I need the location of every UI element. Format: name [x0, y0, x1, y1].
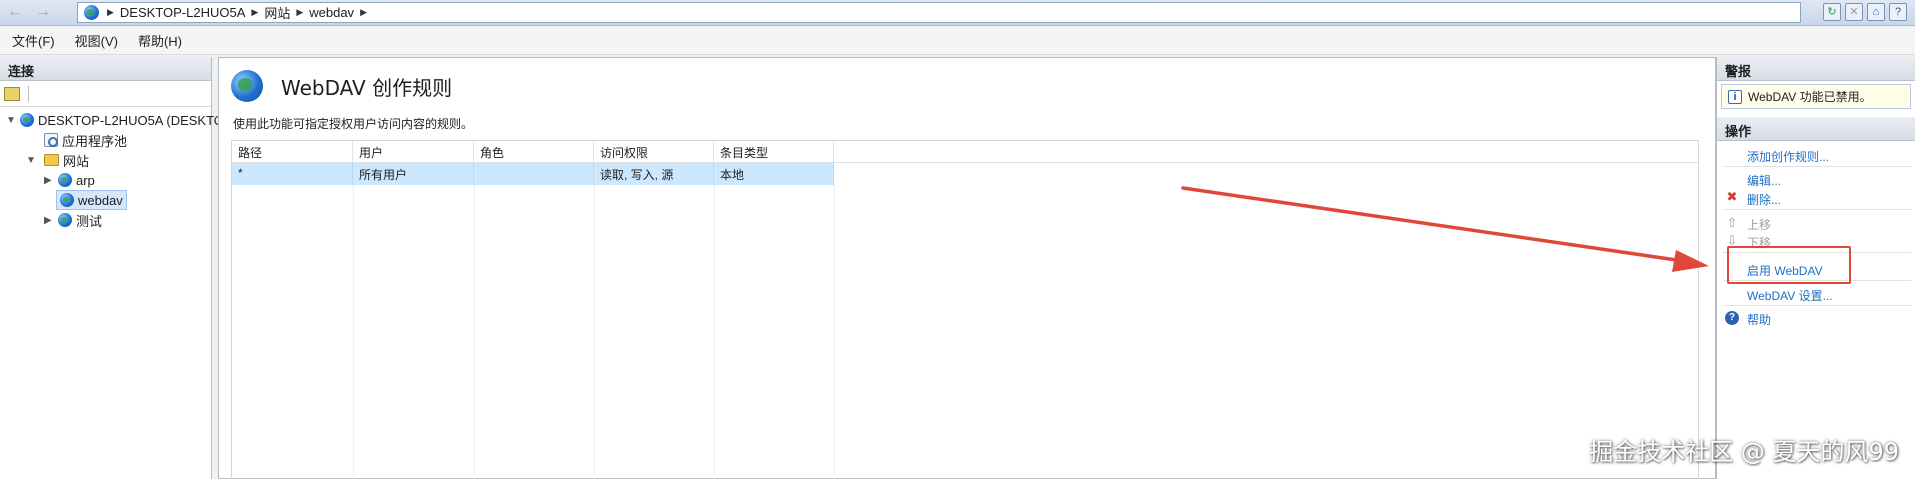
divider: [1723, 305, 1911, 306]
collapse-icon[interactable]: ▼: [26, 155, 36, 166]
globe-icon: [58, 213, 72, 227]
chevron-right-icon: ▶: [251, 7, 259, 17]
column-header-role[interactable]: 角色: [474, 141, 594, 162]
cell-entry-type: 本地: [714, 163, 834, 185]
back-button[interactable]: ←: [4, 3, 26, 23]
connect-icon[interactable]: [4, 86, 20, 101]
divider: [1723, 166, 1911, 167]
cell-path: *: [232, 163, 353, 185]
address-toolbar: ↻ ✕ ⌂ ?: [1823, 3, 1907, 21]
chevron-right-icon: ▶: [107, 7, 114, 17]
tree-item-site-arp[interactable]: arp: [58, 170, 95, 190]
home-icon[interactable]: ⌂: [1867, 3, 1885, 21]
tree-item-label: 测试: [76, 213, 103, 229]
feature-description: 使用此功能可指定授权用户访问内容的规则。: [233, 117, 474, 131]
cell-access: 读取, 写入, 源: [594, 163, 714, 185]
info-icon: i: [1728, 89, 1742, 104]
add-rule-link[interactable]: 添加创作规则...: [1747, 148, 1829, 165]
connections-pane: 连接 ▼ DESKTOP-L2HUO5A (DESKTO 应用程序池 ▼ 网站 …: [0, 57, 224, 479]
column-divider: [353, 185, 354, 479]
stop-icon[interactable]: ✕: [1845, 3, 1863, 21]
page-title: WebDAV 创作规则: [281, 76, 453, 100]
divider: [1723, 209, 1911, 210]
move-up-link[interactable]: 上移: [1747, 216, 1771, 233]
delete-link[interactable]: 删除...: [1747, 191, 1781, 208]
collapse-icon[interactable]: ▼: [6, 115, 16, 126]
chevron-right-icon: ▶: [296, 7, 304, 17]
globe-icon: [60, 193, 74, 207]
rules-table: 路径 用户 角色 访问权限 条目类型 * 所有用户 读取, 写入, 源 本地: [231, 140, 1699, 479]
menu-file[interactable]: 文件(F): [12, 31, 55, 50]
tree-item-label: 应用程序池: [62, 133, 128, 149]
menu-bar: 文件(F) 视图(V) 帮助(H): [0, 26, 1915, 55]
column-divider: [594, 185, 595, 479]
server-icon: [20, 113, 34, 127]
expand-icon[interactable]: ▶: [44, 215, 52, 226]
help-icon: ?: [1725, 311, 1739, 325]
tree-item-server[interactable]: DESKTOP-L2HUO5A (DESKTO: [20, 110, 224, 130]
chevron-right-icon: ▶: [360, 7, 367, 17]
menu-help[interactable]: 帮助(H): [138, 31, 182, 50]
watermark: 掘金技术社区 @ 夏天的风99: [1589, 438, 1899, 466]
globe-icon: [84, 5, 99, 20]
table-header: 路径 用户 角色 访问权限 条目类型: [232, 141, 1698, 163]
tree-item-label: DESKTOP-L2HUO5A (DESKTO: [38, 112, 224, 128]
feature-pane: WebDAV 创作规则 使用此功能可指定授权用户访问内容的规则。 路径 用户 角…: [218, 57, 1716, 479]
annotation-highlight-box: [1727, 246, 1851, 284]
column-divider: [714, 185, 715, 479]
webdav-globe-icon: [231, 70, 263, 102]
folder-icon: [44, 154, 59, 166]
column-header-entry-type[interactable]: 条目类型: [714, 141, 834, 162]
breadcrumb-sites[interactable]: 网站: [264, 3, 290, 22]
refresh-icon[interactable]: ↻: [1823, 3, 1841, 21]
tree-item-sites[interactable]: 网站: [44, 150, 89, 170]
address-bar: ← → ▶ DESKTOP-L2HUO5A ▶ 网站 ▶ webdav ▶ ↻ …: [0, 0, 1915, 26]
forward-button[interactable]: →: [32, 3, 54, 23]
edit-link[interactable]: 编辑...: [1747, 172, 1781, 189]
breadcrumb-webdav[interactable]: webdav: [309, 5, 354, 20]
tree-item-label: arp: [76, 172, 95, 188]
expand-icon[interactable]: ▶: [44, 175, 52, 186]
alerts-title: 警报: [1717, 57, 1915, 81]
column-header-user[interactable]: 用户: [353, 141, 474, 162]
alert-webdav-disabled: i WebDAV 功能已禁用。: [1721, 84, 1911, 109]
tree-item-label: 网站: [63, 153, 90, 169]
app-pool-icon: [44, 133, 58, 147]
column-header-access[interactable]: 访问权限: [594, 141, 714, 162]
cell-user: 所有用户: [353, 163, 474, 185]
help-link[interactable]: 帮助: [1747, 311, 1771, 328]
column-header-path[interactable]: 路径: [232, 141, 353, 162]
breadcrumb-server[interactable]: DESKTOP-L2HUO5A: [120, 5, 245, 20]
tree-item-site-webdav[interactable]: webdav: [56, 190, 127, 210]
column-divider: [474, 185, 475, 479]
tree-item-label: webdav: [78, 192, 123, 208]
tree-item-app-pools[interactable]: 应用程序池: [44, 130, 127, 150]
arrow-up-icon: ⇧: [1726, 215, 1738, 230]
connections-title: 连接: [0, 57, 211, 81]
help-icon[interactable]: ?: [1889, 3, 1907, 21]
alert-message: WebDAV 功能已禁用。: [1748, 90, 1872, 104]
connections-toolbar: [0, 81, 211, 107]
address-field[interactable]: ▶ DESKTOP-L2HUO5A ▶ 网站 ▶ webdav ▶: [77, 2, 1801, 23]
menu-view[interactable]: 视图(V): [75, 31, 118, 50]
cell-role: [474, 163, 594, 185]
delete-icon: ✖: [1726, 189, 1738, 204]
actions-title: 操作: [1717, 117, 1915, 141]
table-row[interactable]: * 所有用户 读取, 写入, 源 本地: [232, 163, 1698, 185]
toolbar-divider: [28, 85, 29, 102]
globe-icon: [58, 173, 72, 187]
webdav-settings-link[interactable]: WebDAV 设置...: [1747, 287, 1833, 304]
column-divider: [834, 185, 835, 479]
tree-item-site-test[interactable]: 测试: [58, 210, 102, 230]
